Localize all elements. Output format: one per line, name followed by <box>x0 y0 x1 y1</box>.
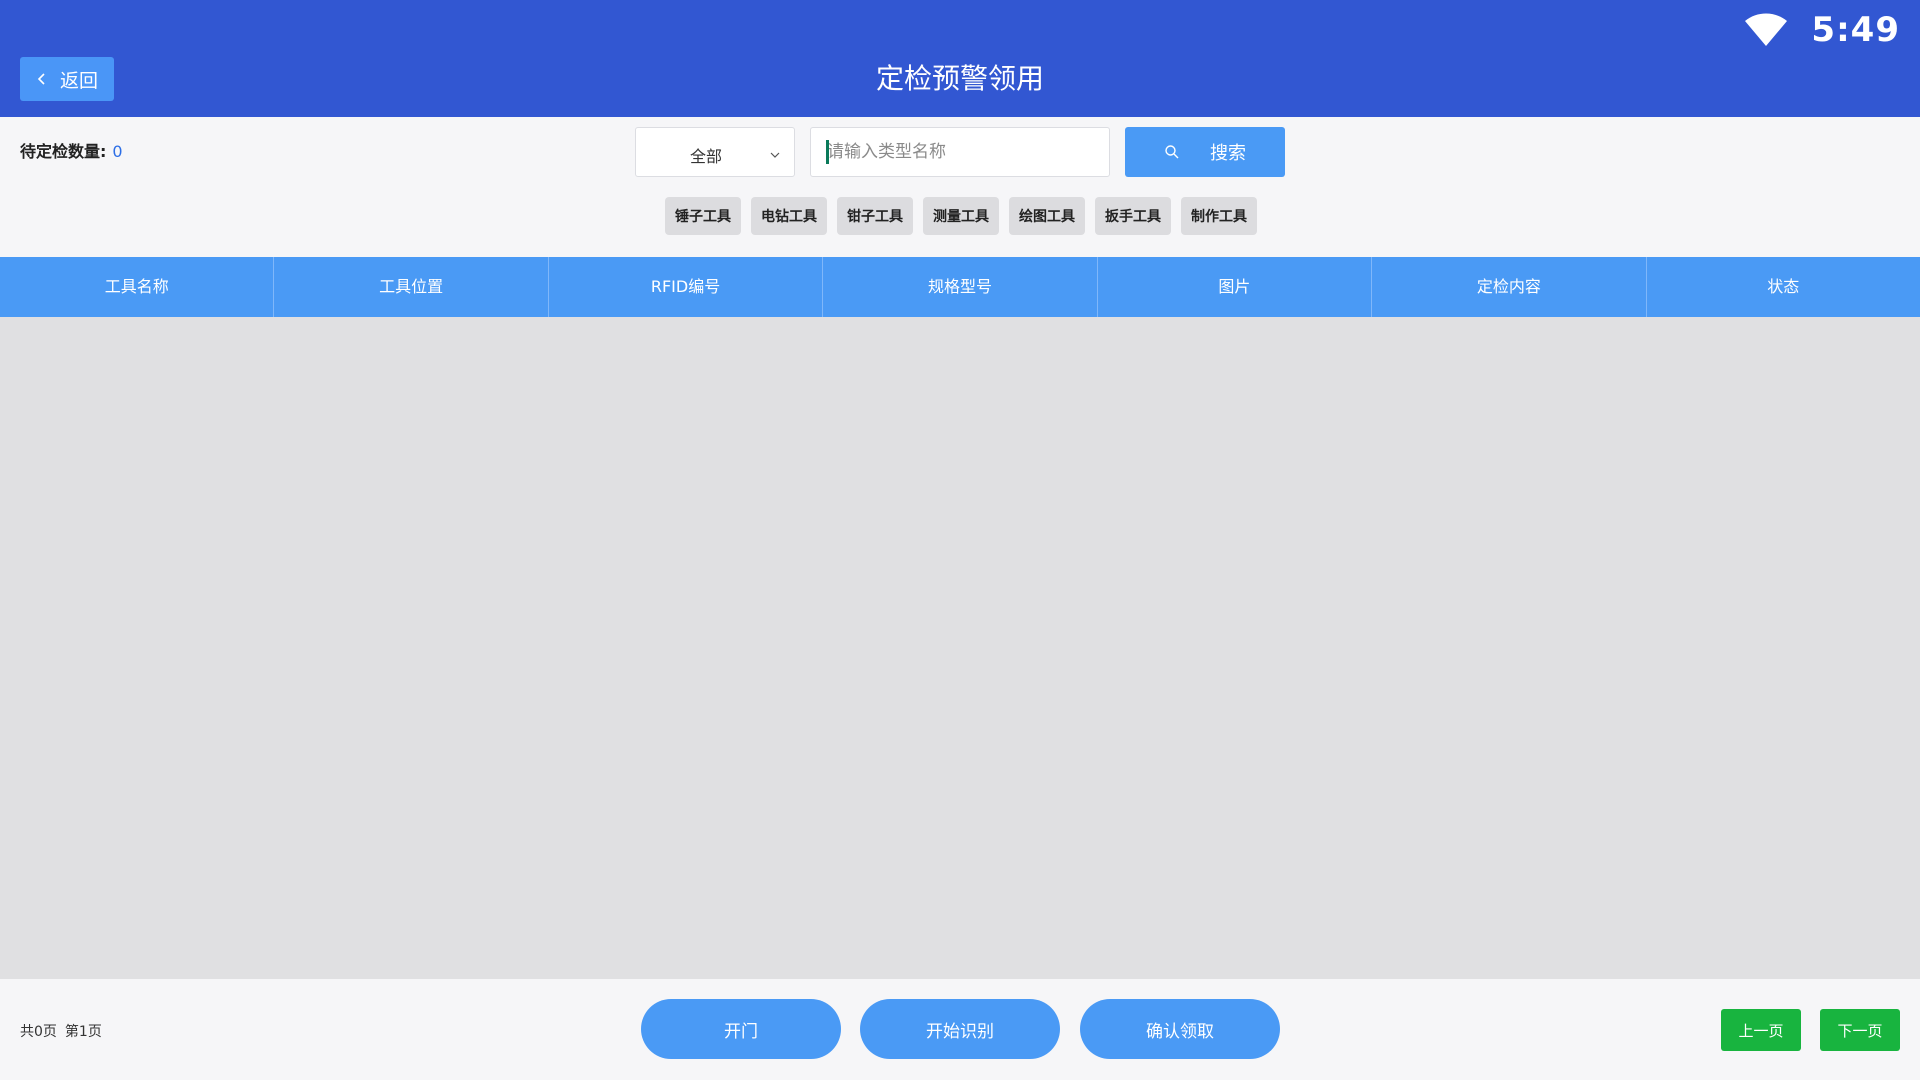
column-header-rfid: RFID编号 <box>549 257 824 317</box>
start-scan-button[interactable]: 开始识别 <box>860 999 1060 1059</box>
chip-drill-tools[interactable]: 电钻工具 <box>751 197 827 235</box>
footer-bar: 共0页 第1页 开门 开始识别 确认领取 上一页 下一页 <box>0 979 1920 1080</box>
chip-hammer-tools[interactable]: 锤子工具 <box>665 197 741 235</box>
category-select-value: 全部 <box>689 147 722 166</box>
column-header-inspection-content: 定检内容 <box>1372 257 1647 317</box>
table-header: 工具名称 工具位置 RFID编号 规格型号 图片 定检内容 状态 <box>0 257 1920 317</box>
category-select[interactable]: 全部 <box>635 127 795 177</box>
current-page: 第1页 <box>64 1024 102 1040</box>
prev-page-button[interactable]: 上一页 <box>1721 1009 1801 1051</box>
clock: 5:49 <box>1811 10 1900 50</box>
table-body-empty <box>0 317 1920 979</box>
pending-count-value: 0 <box>112 142 123 161</box>
column-header-model: 规格型号 <box>823 257 1098 317</box>
chip-pliers-tools[interactable]: 钳子工具 <box>837 197 913 235</box>
pending-label: 待定检数量: <box>20 142 107 161</box>
chevron-down-icon <box>770 152 780 158</box>
header-bar: 5:49 返回 定检预警领用 <box>0 0 1920 117</box>
status-bar: 5:49 <box>1743 8 1900 52</box>
pending-inspection-count: 待定检数量: 0 <box>20 140 123 164</box>
search-icon <box>1165 145 1179 159</box>
category-chips: 锤子工具 电钻工具 钳子工具 测量工具 绘图工具 扳手工具 制作工具 <box>665 197 1257 235</box>
text-caret <box>826 140 829 164</box>
open-door-button[interactable]: 开门 <box>641 999 841 1059</box>
chip-wrench-tools[interactable]: 扳手工具 <box>1095 197 1171 235</box>
chip-drawing-tools[interactable]: 绘图工具 <box>1009 197 1085 235</box>
wifi-icon <box>1745 13 1788 46</box>
page-title: 定检预警领用 <box>875 62 1044 95</box>
app-root: 5:49 返回 定检预警领用 待定检数量: 0 全部 搜索 锤子工具 电钻工具 钳… <box>0 0 1920 1080</box>
column-header-tool-location: 工具位置 <box>274 257 549 317</box>
search-button-label: 搜索 <box>1210 143 1246 163</box>
total-pages: 共0页 <box>20 1024 57 1040</box>
search-button[interactable]: 搜索 <box>1125 127 1285 177</box>
column-header-status: 状态 <box>1767 277 1800 296</box>
confirm-receive-button[interactable]: 确认领取 <box>1080 999 1280 1059</box>
page-info: 共0页 第1页 <box>20 1021 102 1041</box>
next-page-button[interactable]: 下一页 <box>1820 1009 1900 1051</box>
chip-measuring-tools[interactable]: 测量工具 <box>923 197 999 235</box>
column-header-tool-name: 工具名称 <box>0 257 275 317</box>
chip-making-tools[interactable]: 制作工具 <box>1181 197 1257 235</box>
search-input[interactable] <box>810 127 1110 177</box>
column-header-image: 图片 <box>1098 257 1373 317</box>
